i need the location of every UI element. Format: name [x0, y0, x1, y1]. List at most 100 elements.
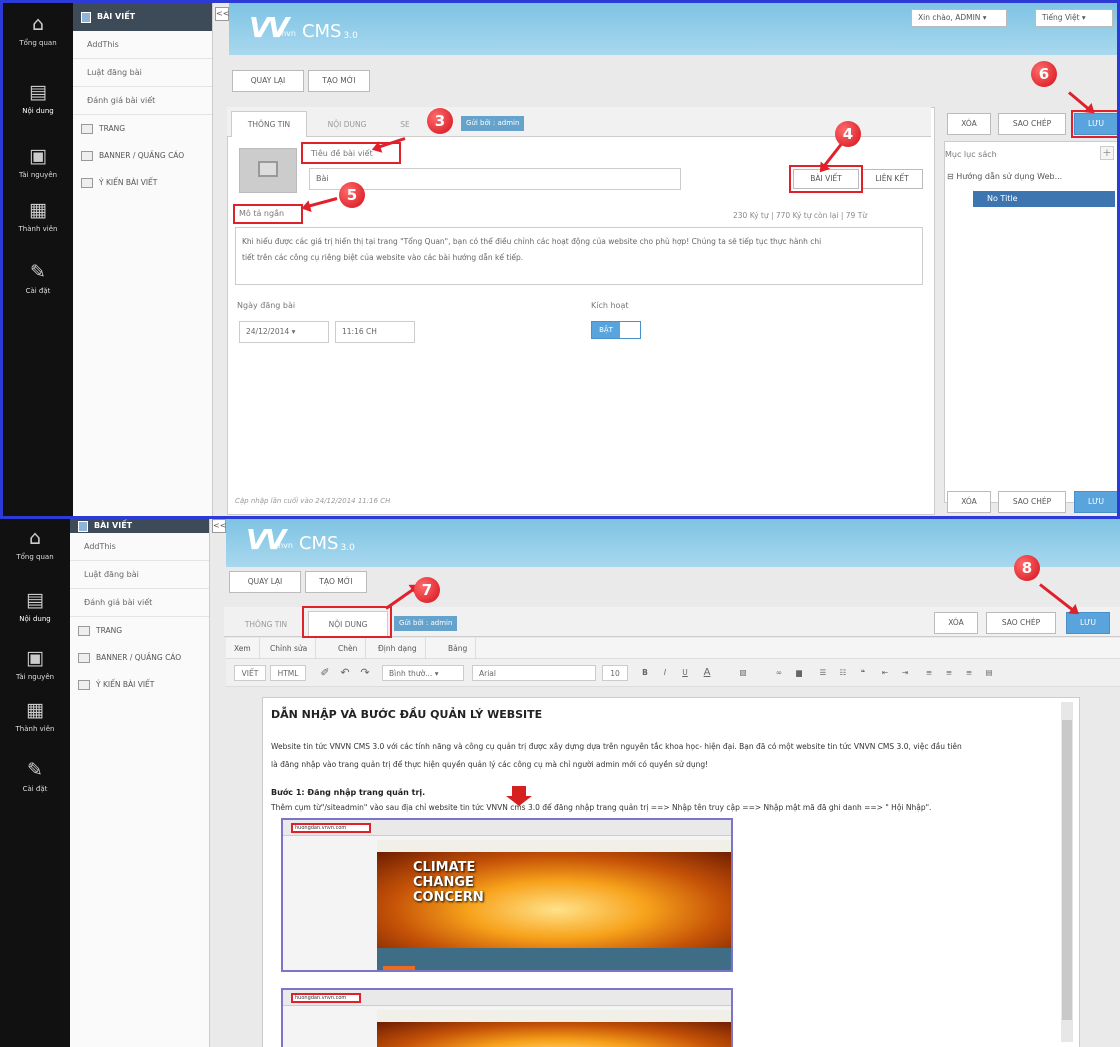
outdent-icon[interactable]: ⇤ [878, 665, 892, 681]
nav-resources[interactable]: ▣ Tài nguyên [3, 145, 73, 179]
collapse-sidebar-button[interactable]: << [215, 7, 229, 21]
tree-node-root[interactable]: ⊟ Hướng dẫn sử dụng Web... [947, 172, 1062, 181]
publish-date-picker[interactable]: 24/12/2014 ▾ [239, 321, 329, 343]
delete-button-bottom[interactable]: XÓA [947, 491, 991, 513]
nav-content[interactable]: ▤ Nội dung [3, 81, 73, 115]
delete-button[interactable]: XÓA [934, 612, 978, 634]
bullet-list-icon[interactable]: ☰ [816, 665, 830, 681]
sidebar-item-addthis[interactable]: AddThis [73, 31, 212, 59]
title-input[interactable]: Bài [309, 168, 681, 190]
nav-resources[interactable]: ▣ Tài nguyên [0, 647, 70, 681]
tab-info[interactable]: THÔNG TIN [231, 111, 307, 137]
nav-content[interactable]: ▤ Nội dung [0, 589, 70, 623]
copy-button[interactable]: SAO CHÉP [998, 113, 1066, 135]
tab-content[interactable]: NỘI DUNG [311, 111, 383, 137]
sidebar-item-banner[interactable]: BANNER / QUẢNG CÁO [70, 644, 209, 671]
step-badge-7: 7 [414, 577, 440, 603]
menu-insert[interactable]: Chèn [330, 638, 367, 659]
sidebar-item-reviews[interactable]: Đánh giá bài viết [70, 589, 209, 617]
sidebar-item-pages[interactable]: TRANG [70, 617, 209, 644]
sidebar-item-comments[interactable]: Ý KIẾN BÀI VIẾT [73, 169, 212, 196]
highlight-save [1071, 110, 1117, 138]
editor-menubar: Xem Chỉnh sửa Chèn Định dạng Bảng [226, 638, 1120, 659]
link-type-button[interactable]: LIÊN KẾT [861, 169, 923, 189]
editor-content[interactable]: DẪN NHẬP VÀ BƯỚC ĐẦU QUẢN LÝ WEBSITE Web… [262, 697, 1080, 1047]
redo-icon[interactable]: ↷ [358, 665, 372, 681]
step-badge-6: 6 [1031, 61, 1057, 87]
align-left-icon[interactable]: ≡ [922, 665, 936, 681]
menu-edit[interactable]: Chỉnh sửa [262, 638, 317, 659]
bold-button[interactable]: B [638, 665, 652, 681]
delete-button[interactable]: XÓA [947, 113, 991, 135]
sidebar-item-articles[interactable]: BÀI VIẾT [73, 3, 212, 31]
screenshot-panel-info: ⌂ Tổng quan ▤ Nội dung ▣ Tài nguyên ▦ Thành … [0, 0, 1120, 516]
menu-view[interactable]: Xem [226, 638, 260, 659]
nav-settings[interactable]: ✎ Cài đặt [3, 261, 73, 295]
highlight-color-icon[interactable]: ▧ [736, 665, 750, 681]
back-button[interactable]: QUAY LẠI [232, 70, 304, 92]
font-size-select[interactable]: 10 [602, 665, 628, 681]
document-icon: ▤ [26, 589, 44, 611]
font-color-button[interactable]: A [700, 665, 714, 681]
back-button[interactable]: QUAY LẠI [229, 571, 301, 593]
site-nav-bar [377, 948, 731, 970]
sent-by-badge: Gửi bởi : admin [461, 116, 525, 131]
nav-overview[interactable]: ⌂ Tổng quan [3, 13, 73, 47]
banner-icon [81, 150, 93, 161]
sidebar-item-comments[interactable]: Ý KIẾN BÀI VIẾT [70, 671, 209, 698]
copy-button-bottom[interactable]: SAO CHÉP [998, 491, 1066, 513]
justify-icon[interactable]: ▤ [982, 665, 996, 681]
short-description-textarea[interactable]: Khi hiểu được các giá trị hiển thị tại t… [235, 227, 923, 285]
page-icon [78, 625, 90, 636]
menu-format[interactable]: Định dạng [370, 638, 426, 659]
font-family-select[interactable]: Arial [472, 665, 596, 681]
wrench-icon: ✎ [27, 759, 43, 781]
numbered-list-icon[interactable]: ☷ [836, 665, 850, 681]
logo-mark-icon: VV [246, 523, 286, 556]
sidebar-item-pages[interactable]: TRANG [73, 115, 212, 142]
html-mode-button[interactable]: HTML [270, 665, 306, 681]
sidebar-item-reviews[interactable]: Đánh giá bài viết [73, 87, 212, 115]
nav-settings[interactable]: ✎ Cài đặt [0, 759, 70, 793]
add-node-button[interactable]: + [1100, 146, 1114, 160]
blockquote-icon[interactable]: ❝ [856, 665, 870, 681]
clear-format-icon[interactable]: ✐ [318, 665, 332, 681]
menu-table[interactable]: Bảng [440, 638, 477, 659]
align-center-icon[interactable]: ≡ [942, 665, 956, 681]
copy-button[interactable]: SAO CHÉP [986, 612, 1056, 634]
indent-icon[interactable]: ⇥ [898, 665, 912, 681]
nav-members[interactable]: ▦ Thành viên [0, 699, 70, 733]
link-icon[interactable]: ∞ [772, 665, 786, 681]
annotation-arrow-6 [1068, 91, 1090, 111]
highlight-content-tab [302, 606, 392, 638]
write-mode-button[interactable]: VIẾT [234, 665, 266, 681]
article-icon [78, 520, 88, 532]
paragraph-style-select[interactable]: Bình thườ... ▾ [382, 665, 464, 681]
underline-button[interactable]: U [678, 665, 692, 681]
editor-scrollbar[interactable] [1061, 702, 1073, 1042]
collapse-sidebar-button[interactable]: << [212, 519, 226, 533]
sidebar-item-posting-rules[interactable]: Luật đăng bài [73, 59, 212, 87]
sidebar-item-articles[interactable]: BÀI VIẾT [70, 519, 209, 533]
sidebar-item-addthis[interactable]: AddThis [70, 533, 209, 561]
tab-seo[interactable]: SE [391, 111, 419, 137]
thumbnail-placeholder[interactable] [239, 148, 297, 193]
new-button[interactable]: TẠO MỚI [305, 571, 367, 593]
nav-overview[interactable]: ⌂ Tổng quan [0, 527, 70, 561]
nav-members[interactable]: ▦ Thành viên [3, 199, 73, 233]
align-right-icon[interactable]: ≡ [962, 665, 976, 681]
publish-time-input[interactable]: 11:16 CH [335, 321, 415, 343]
new-button[interactable]: TẠO MỚI [308, 70, 370, 92]
tab-info[interactable]: THÔNG TIN [228, 611, 304, 637]
save-button-bottom[interactable]: LƯU [1074, 491, 1117, 513]
tree-node-selected[interactable]: No Title [973, 191, 1115, 207]
user-menu[interactable]: Xin chào, ADMIN ▾ [911, 9, 1007, 27]
sidebar-item-posting-rules[interactable]: Luật đăng bài [70, 561, 209, 589]
language-menu[interactable]: Tiếng Việt ▾ [1035, 9, 1113, 27]
image-icon[interactable]: ▆ [792, 665, 806, 681]
undo-icon[interactable]: ↶ [338, 665, 352, 681]
climate-banner-image: CLIMATE CHANGE CONCERN [377, 852, 731, 948]
italic-button[interactable]: I [658, 665, 672, 681]
sidebar-item-banner[interactable]: BANNER / QUẢNG CÁO [73, 142, 212, 169]
active-toggle[interactable]: BẬT [591, 321, 641, 339]
